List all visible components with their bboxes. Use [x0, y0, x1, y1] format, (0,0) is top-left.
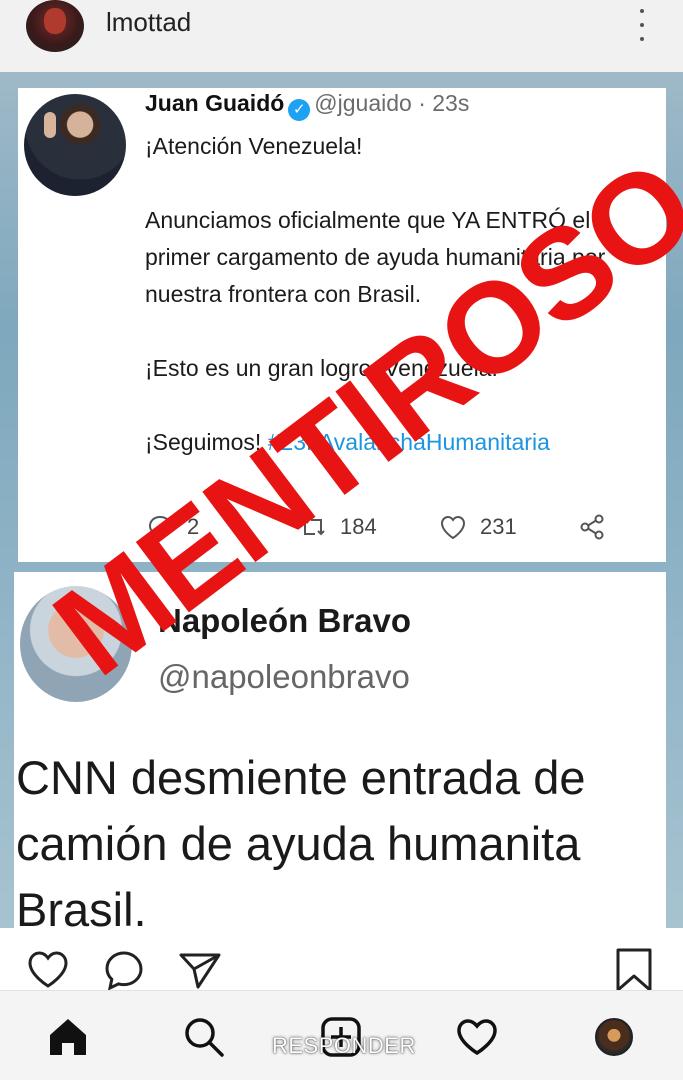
post-image[interactable]: Juan Guaidó ✓ @jguaido · 23s ¡Atención Ven… [0, 72, 683, 928]
comment-icon[interactable] [100, 946, 148, 994]
post-action-bar [0, 928, 683, 992]
reply-overlay-label[interactable]: RESPONDER [272, 1033, 416, 1059]
share-icon [580, 514, 604, 540]
reply-count: 2 [187, 514, 200, 539]
author-avatar[interactable] [26, 0, 84, 52]
tweet-share [577, 512, 607, 542]
nav-home[interactable] [44, 1013, 92, 1061]
reply-author-avatar [20, 586, 132, 702]
tweet-author-avatar [24, 94, 126, 196]
nav-search[interactable] [180, 1013, 228, 1061]
verified-icon: ✓ [288, 99, 311, 121]
tweet-line: Anunciamos oficialmente que YA ENTRÓ el … [145, 207, 606, 307]
tweet-handle: @jguaido · 23s [314, 90, 470, 116]
reply-line: CNN desmiente entrada de [16, 751, 586, 804]
tweet-likes: 231 [438, 512, 517, 542]
bookmark-icon[interactable] [610, 946, 658, 994]
tweet-line: ¡Atención Venezuela! [145, 133, 363, 159]
search-icon [185, 1018, 224, 1057]
tweet-line: ¡Seguimos! #23FAvalanchaHumanitaria [145, 424, 660, 461]
tweet-card-reply: Napoleón Bravo @napoleonbravo CNN desmie… [14, 572, 666, 928]
post-header: lmottad [0, 0, 683, 72]
reply-line: camión de ayuda humanita [16, 817, 581, 870]
tweet-line: ¡Esto es un gran logro, Venezuela! [145, 355, 498, 381]
retweet-count: 184 [340, 514, 377, 539]
nav-profile[interactable] [590, 1013, 638, 1061]
retweet-icon [301, 518, 325, 536]
tweet-replies: 2 [145, 512, 199, 542]
tweet-card-original: Juan Guaidó ✓ @jguaido · 23s ¡Atención Ven… [18, 88, 666, 562]
more-options-icon[interactable] [639, 9, 645, 41]
profile-avatar [595, 1018, 633, 1056]
reply-author-name: Napoleón Bravo [158, 602, 412, 639]
send-icon[interactable] [176, 946, 224, 994]
tweet-header: Juan Guaidó ✓ @jguaido · 23s [145, 90, 469, 121]
heart-icon[interactable] [24, 946, 72, 994]
tweet-line-prefix: ¡Seguimos! [145, 429, 262, 455]
tweet-actions: 2 184 231 [145, 512, 605, 552]
activity-heart-icon [457, 1019, 497, 1056]
author-username[interactable]: lmottad [106, 7, 191, 38]
tweet-body: ¡Atención Venezuela! Anunciamos oficialm… [145, 128, 660, 461]
reply-line: Brasil. [16, 883, 147, 928]
hashtag-link: #23FAvalanchaHumanitaria [267, 429, 550, 455]
home-icon [50, 1019, 86, 1055]
like-count: 231 [480, 514, 517, 539]
tweet-author-name: Juan Guaidó [145, 90, 285, 116]
reply-author-handle: @napoleonbravo [158, 658, 410, 695]
reply-body: CNN desmiente entrada de camión de ayuda… [16, 745, 683, 928]
tweet-retweets: 184 [298, 512, 377, 542]
reply-icon [148, 515, 172, 541]
nav-activity[interactable] [453, 1013, 501, 1061]
like-icon [440, 515, 466, 540]
